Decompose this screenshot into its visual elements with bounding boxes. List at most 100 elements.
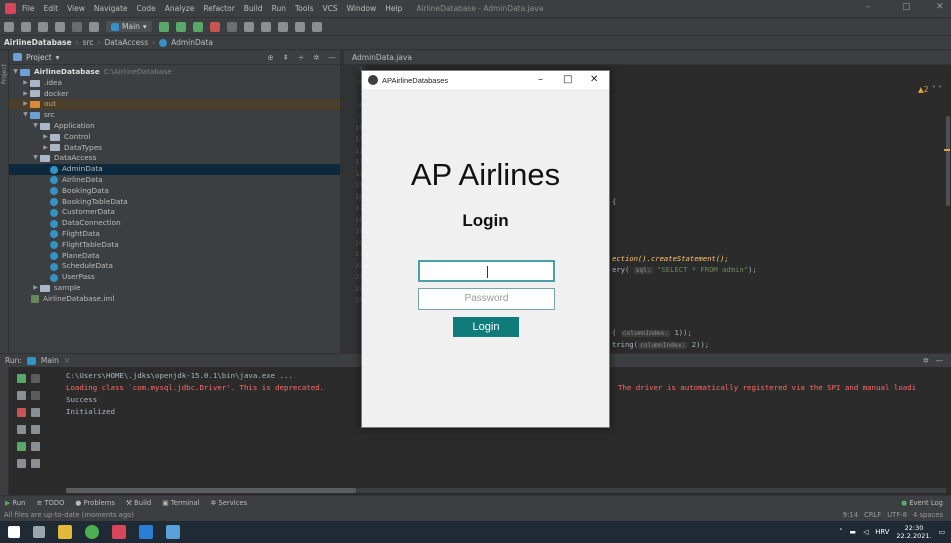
menu-file[interactable]: File	[22, 4, 35, 13]
search-icon[interactable]	[311, 21, 322, 32]
chevron-right-icon[interactable]: ▶	[21, 78, 30, 89]
menu-vcs[interactable]: VCS	[322, 4, 337, 13]
layout-icon[interactable]	[294, 21, 305, 32]
tree-item-iml[interactable]: AirlineDatabase.iml	[9, 294, 342, 305]
dialog-title-bar[interactable]: APAirlineDatabases – □ ✕	[362, 71, 609, 89]
scroll-to-end-icon[interactable]	[31, 425, 40, 434]
trash-icon[interactable]	[31, 459, 40, 468]
menu-edit[interactable]: Edit	[44, 4, 59, 13]
build-hammer-icon[interactable]	[89, 21, 99, 32]
tree-item-bookingdata[interactable]: BookingData	[9, 186, 342, 197]
tree-item-admindata[interactable]: AdminData	[9, 164, 342, 175]
chevron-down-icon[interactable]: ▾	[56, 53, 60, 62]
up-icon[interactable]	[31, 374, 40, 383]
dialog-maximize-button[interactable]: □	[563, 74, 572, 85]
run-tab-main[interactable]: Main	[41, 356, 59, 365]
keyboard-language[interactable]: HRV	[875, 528, 889, 536]
tool-tab-services[interactable]: ✲ Services	[211, 499, 248, 507]
gear-icon[interactable]: ✲	[923, 356, 929, 365]
tree-item-datatypes[interactable]: ▶ DataTypes	[9, 143, 342, 154]
word-icon[interactable]	[139, 525, 153, 539]
tool-tab-run[interactable]: ▶ Run	[5, 499, 25, 507]
chevron-down-icon[interactable]: ▼	[11, 67, 20, 78]
warning-navigation-icon[interactable]: ˄ ˅	[932, 85, 942, 94]
debug-icon[interactable]	[175, 21, 186, 32]
down-icon[interactable]	[31, 391, 40, 400]
soft-wrap-icon[interactable]	[31, 408, 40, 417]
tool-tab-terminal[interactable]: ▣ Terminal	[162, 499, 199, 507]
wrench-icon[interactable]	[17, 391, 26, 400]
git-icon[interactable]	[243, 21, 254, 32]
menu-code[interactable]: Code	[137, 4, 156, 13]
save-all-icon[interactable]	[21, 21, 31, 32]
chevron-right-icon[interactable]: ▶	[31, 283, 40, 294]
tree-item-airlinedata[interactable]: AirlineData	[9, 175, 342, 186]
breadcrumb-src[interactable]: src	[83, 38, 94, 47]
tree-item-userpass[interactable]: UserPass	[9, 272, 342, 283]
clock[interactable]: 22:30 22.2.2021.	[896, 524, 931, 540]
project-view-selector[interactable]: Project	[26, 53, 52, 62]
chevron-right-icon[interactable]: ▶	[21, 89, 30, 100]
tree-item-flighttabledata[interactable]: FlightTableData	[9, 240, 342, 251]
task-view-icon[interactable]	[33, 526, 45, 538]
chrome-icon[interactable]	[85, 525, 99, 539]
tree-item-idea[interactable]: ▶ .idea	[9, 78, 342, 89]
menu-refactor[interactable]: Refactor	[203, 4, 234, 13]
tree-item-application[interactable]: ▼ Application	[9, 121, 342, 132]
scrollbar-thumb[interactable]	[66, 488, 356, 493]
camera-icon[interactable]	[17, 425, 26, 434]
chevron-right-icon[interactable]: ▶	[41, 132, 50, 143]
stop-icon[interactable]	[209, 21, 220, 32]
chevron-right-icon[interactable]: ▶	[21, 99, 30, 110]
username-input[interactable]	[418, 260, 555, 282]
editor-tab-admindata[interactable]: AdminData.java	[352, 53, 412, 62]
password-input[interactable]: Password	[418, 288, 555, 310]
breadcrumb-package[interactable]: DataAccess	[105, 38, 149, 47]
chevron-right-icon[interactable]: ▶	[41, 143, 50, 154]
menu-build[interactable]: Build	[244, 4, 263, 13]
tree-item-control[interactable]: ▶ Control	[9, 132, 342, 143]
restore-layout-icon[interactable]	[17, 442, 26, 451]
tree-item-docker[interactable]: ▶ docker	[9, 89, 342, 100]
warning-count-badge[interactable]: ▲2	[918, 85, 929, 94]
close-tab-icon[interactable]: ×	[64, 356, 70, 365]
hide-icon[interactable]: —	[329, 53, 337, 62]
project-structure-icon[interactable]	[277, 21, 288, 32]
run-config-selector[interactable]: Main ▾	[106, 21, 152, 32]
tree-item-sample[interactable]: ▶ sample	[9, 283, 342, 294]
maximize-button[interactable]: □	[902, 2, 911, 12]
menu-help[interactable]: Help	[385, 4, 402, 13]
menu-analyze[interactable]: Analyze	[165, 4, 195, 13]
attach-icon[interactable]	[226, 21, 237, 32]
tree-item-bookingtabledata[interactable]: BookingTableData	[9, 197, 342, 208]
print-icon[interactable]	[31, 442, 40, 451]
gear-icon[interactable]: ✲	[313, 53, 319, 62]
pin-tab-icon[interactable]	[17, 459, 26, 468]
hide-panel-icon[interactable]: —	[936, 356, 944, 365]
collapse-all-icon[interactable]: ⇞	[283, 53, 289, 62]
minimize-button[interactable]: –	[866, 2, 871, 12]
dialog-close-button[interactable]: ✕	[590, 74, 598, 85]
editor-scrollbar[interactable]	[946, 116, 950, 206]
intellij-taskbar-icon[interactable]	[112, 525, 126, 539]
forward-icon[interactable]	[72, 21, 82, 32]
rerun-icon[interactable]	[17, 374, 26, 383]
breadcrumb-project[interactable]: AirlineDatabase	[4, 38, 72, 47]
login-button[interactable]: Login	[453, 317, 519, 337]
sync-icon[interactable]	[38, 21, 48, 32]
tree-item-flightdata[interactable]: FlightData	[9, 229, 342, 240]
chevron-up-icon[interactable]: ˄	[839, 528, 842, 536]
rerun-icon[interactable]	[158, 21, 169, 32]
tree-item-out[interactable]: ▶ out	[9, 99, 342, 111]
breadcrumb-class[interactable]: AdminData	[171, 38, 213, 47]
start-windows-icon[interactable]	[8, 526, 20, 538]
tree-item-dataconnection[interactable]: DataConnection	[9, 218, 342, 229]
console-horizontal-scrollbar[interactable]	[66, 488, 946, 493]
java-app-icon[interactable]	[166, 525, 180, 539]
warning-marker[interactable]	[944, 149, 950, 151]
caret-position[interactable]: 9:14	[843, 511, 858, 519]
stop-icon[interactable]	[17, 408, 26, 417]
menu-window[interactable]: Window	[347, 4, 377, 13]
network-icon[interactable]: ▬	[850, 528, 856, 536]
tree-item-customerdata[interactable]: CustomerData	[9, 207, 342, 218]
